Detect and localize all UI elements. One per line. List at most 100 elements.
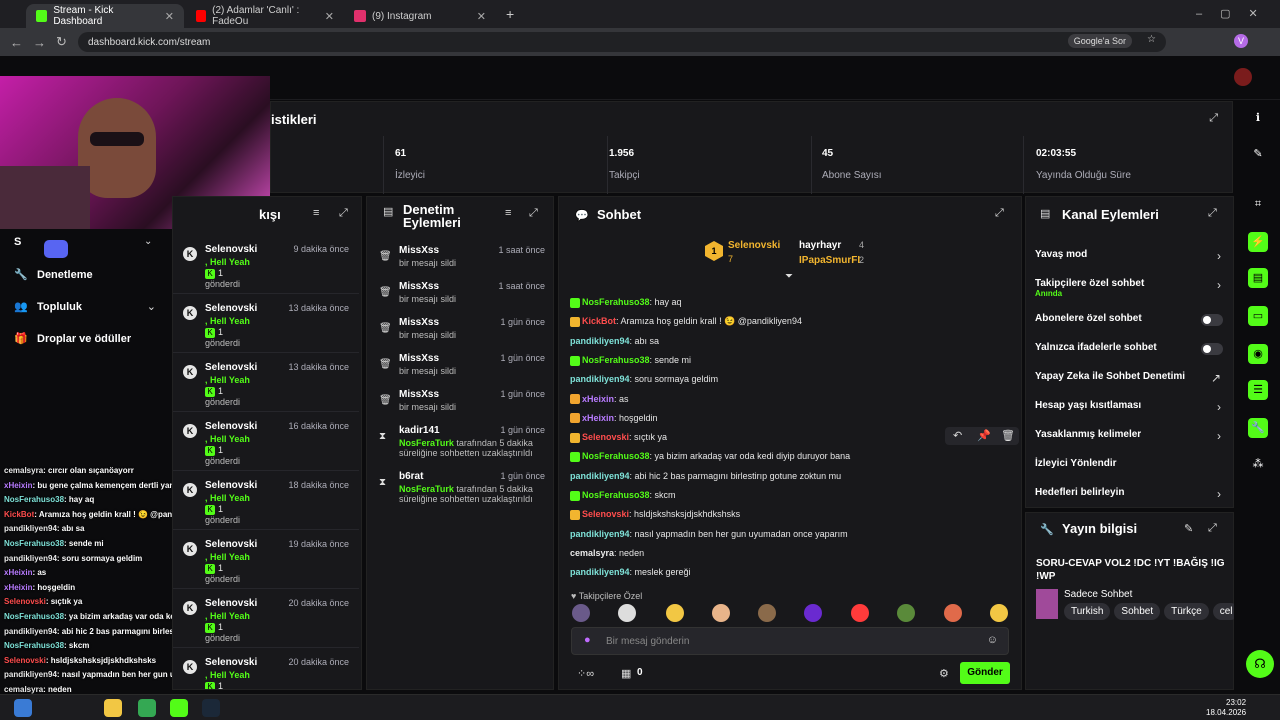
chat-username[interactable]: pandikliyen94 [570,471,630,481]
moderation-username[interactable]: kadir141 [399,425,440,436]
channel-action-7[interactable]: Yasaklanmış kelimeler › [1035,429,1225,445]
moderation-username[interactable]: MissXss [399,353,439,364]
tab-youtube[interactable]: (2) Adamlar 'Canlı' : FadeOu ✕ [186,4,344,28]
expand-icon[interactable]: ⤢ [995,207,1004,220]
steam-icon[interactable] [202,699,220,717]
activity-username[interactable]: Selenovski [205,244,257,255]
moderation-item[interactable]: 🗑 MissXss 1 gün önce bir mesajı sildi [367,347,555,383]
forward-icon[interactable]: → [33,35,46,50]
activity-item[interactable]: K Selenovski 13 dakika önce, Hell Yeah K 1 gö… [173,353,359,412]
chat-username[interactable]: pandikliyen94 [570,529,630,539]
tag[interactable]: Turkish [1064,603,1111,620]
emote-icon[interactable] [572,604,590,622]
close-icon[interactable]: ✕ [325,10,334,23]
filter-icon[interactable]: ≡ [505,207,511,219]
chat-message[interactable]: NosFerahuso38: sende mi [570,353,691,367]
moderation-item[interactable]: 🗑 MissXss 1 gün önce bir mesajı sildi [367,383,555,419]
pin-icon[interactable]: 📌 [977,429,991,442]
tag[interactable]: Türkçe [1164,603,1209,620]
chat-icon[interactable]: ▭ [1248,306,1268,326]
channel-action-4[interactable]: Yalnızca ifadelerle sohbet [1035,342,1225,358]
sidebar-item-droplar[interactable]: 🎁 Droplar ve ödüller [14,332,164,348]
close-icon[interactable]: ✕ [165,10,174,23]
channel-action-3[interactable]: Abonelere özel sohbet [1035,313,1225,329]
info-icon[interactable]: ℹ [1248,108,1268,128]
expand-icon[interactable]: ⤢ [339,207,348,220]
moderation-username[interactable]: b6rat [399,471,423,482]
tab-instagram[interactable]: (9) Instagram ✕ [344,4,496,28]
chat-message[interactable]: xHeixin: hoşgeldin [570,411,658,425]
filter-icon[interactable]: ≡ [313,207,319,219]
activity-item[interactable]: K Selenovski 18 dakika önce, Hell Yeah K 1 gö… [173,471,359,530]
leaderboard-second-name[interactable]: hayrhayr [799,240,841,251]
focus-icon[interactable]: ⌗ [1248,194,1268,214]
emote-icon[interactable] [712,604,730,622]
emote-icon[interactable] [758,604,776,622]
activity-username[interactable]: Selenovski [205,598,257,609]
support-button[interactable]: ☊ [1246,650,1274,678]
window-controls[interactable]: –▢✕ [1196,7,1276,20]
activity-item[interactable]: K Selenovski 13 dakika önce, Hell Yeah K 1 gö… [173,294,359,353]
layout-icon[interactable]: ☰ [1248,380,1268,400]
mic-icon[interactable]: ● [584,634,591,646]
emote-icon[interactable] [618,604,636,622]
close-icon[interactable]: ✕ [477,10,486,23]
emote-icon[interactable] [944,604,962,622]
chat-message[interactable]: Selenovski: hsldjskshsksjdjskhdkshsks [570,507,740,521]
chat-message[interactable]: pandikliyen94: meslek gereği [570,565,691,579]
profile-avatar[interactable]: V [1234,34,1248,48]
chat-username[interactable]: NosFerahuso38 [582,355,650,365]
apps-icon[interactable]: ⁂ [1248,454,1268,474]
chat-input[interactable]: ● Bir mesaj gönderin ☺ [571,627,1009,655]
url-field[interactable]: dashboard.kick.com/stream Google'a Sor ☆ [78,32,1166,52]
toggle-switch[interactable] [1201,343,1223,355]
new-tab-button[interactable]: + [506,6,514,22]
moderation-item[interactable]: 🗑 MissXss 1 saat önce bir mesajı sildi [367,275,555,311]
activity-username[interactable]: Selenovski [205,480,257,491]
chat-username[interactable]: pandikliyen94 [570,336,630,346]
moderation-item[interactable]: ⧗ kadir141 1 gün önce NosFeraTurk tarafında… [367,419,555,465]
channel-action-1[interactable]: Yavaş mod › [1035,249,1225,265]
document-icon[interactable]: ▤ [1248,268,1268,288]
channel-action-9[interactable]: Hedefleri belirleyin › [1035,487,1225,503]
chat-message[interactable]: NosFerahuso38: ya bizim arkadaş var oda … [570,449,850,463]
expand-icon[interactable]: ⤢ [1208,207,1217,220]
pencil-icon[interactable]: ✎ [1248,144,1268,164]
chat-username[interactable]: xHeixin [582,413,614,423]
start-icon[interactable] [14,699,32,717]
moderation-item[interactable]: 🗑 MissXss 1 saat önce bir mesajı sildi [367,239,555,275]
chat-username[interactable]: pandikliyen94 [570,567,630,577]
pencil-icon[interactable]: ✎ [1184,522,1193,535]
channel-action-5[interactable]: Yapay Zeka ile Sohbet Denetimi ↗ [1035,371,1225,387]
chat-message[interactable]: xHeixin: as [570,392,629,406]
category-thumbnail[interactable] [1036,589,1058,619]
channel-action-8[interactable]: İzleyici Yönlendir [1035,458,1225,474]
chat-username[interactable]: NosFerahuso38 [582,297,650,307]
category-name[interactable]: Sadece Sohbet [1064,589,1132,600]
chat-username[interactable]: Selenovski [582,432,629,442]
chat-message[interactable]: pandikliyen94: abi hic 2 bas parmagını b… [570,469,841,483]
moderation-username[interactable]: MissXss [399,317,439,328]
leaderboard-third-name[interactable]: IPapaSmurFI [799,255,860,266]
chat-username[interactable]: KickBot [582,316,616,326]
chat-username[interactable]: NosFerahuso38 [582,490,650,500]
sidebar-item-topluluk[interactable]: 👥 Topluluk ⌄ [14,300,164,316]
chat-username[interactable]: pandikliyen94 [570,374,630,384]
chat-message[interactable]: cemalsyra: neden [570,546,644,560]
kick-app-icon[interactable] [170,699,188,717]
chat-message[interactable]: KickBot: Aramıza hoş geldin krall ! 😉 @p… [570,314,802,328]
activity-item[interactable]: KSelenovski20 dakika önce, Hell YeahK1gö… [173,648,359,689]
emote-icon[interactable] [804,604,822,622]
chat-message[interactable]: NosFerahuso38: hay aq [570,295,682,309]
back-icon[interactable]: ← [10,35,23,50]
chevron-down-icon[interactable]: ⌄ [144,236,152,247]
google-ask-button[interactable]: Google'a Sor [1067,34,1132,48]
chat-message[interactable]: pandikliyen94: abı sa [570,334,659,348]
tag[interactable]: Sohbet [1114,603,1161,620]
activity-username[interactable]: Selenovski [205,303,257,314]
moderation-username[interactable]: MissXss [399,389,439,400]
chat-username[interactable]: Selenovski [582,509,629,519]
activity-item[interactable]: KSelenovski20 dakika önce, Hell YeahK1gö… [173,589,359,648]
user-avatar[interactable] [1234,68,1252,86]
reload-icon[interactable]: ↻ [56,34,67,50]
